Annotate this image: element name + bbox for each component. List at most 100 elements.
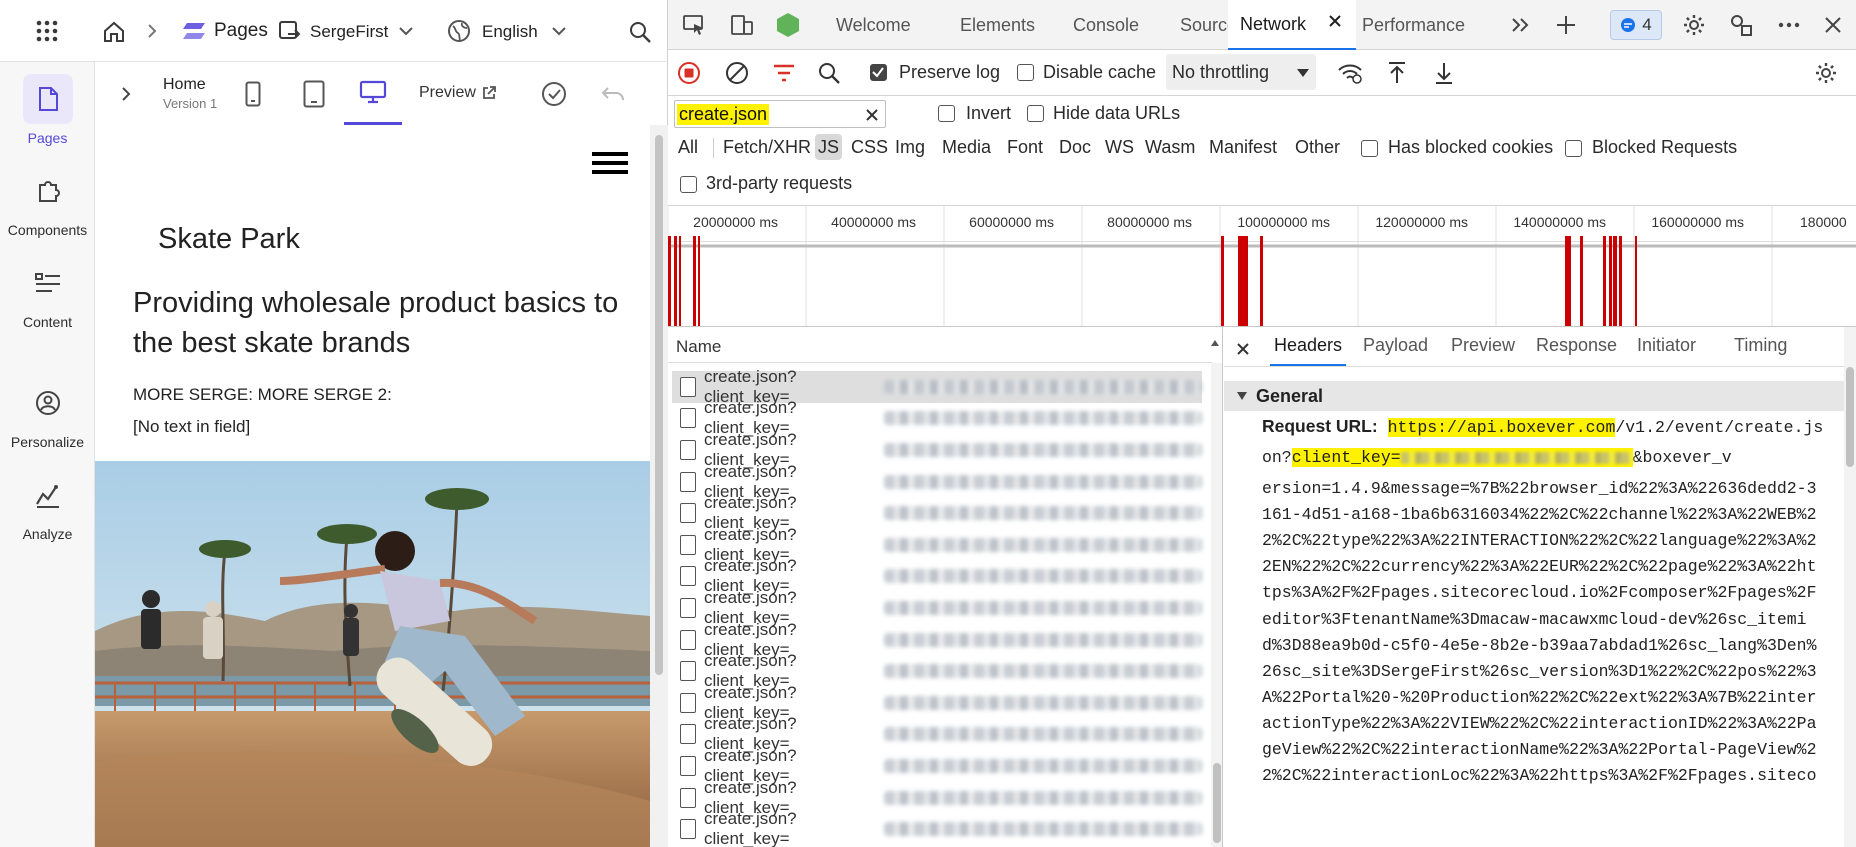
extension-hexagon-icon[interactable] bbox=[774, 12, 802, 38]
chevron-down-icon[interactable] bbox=[395, 22, 417, 40]
disable-cache-checkbox[interactable] bbox=[1017, 64, 1034, 81]
tab-console[interactable]: Console bbox=[1073, 0, 1153, 50]
more-tabs-icon[interactable] bbox=[1508, 14, 1534, 36]
column-header-name[interactable]: Name bbox=[676, 337, 721, 357]
rail-item-content[interactable]: Content bbox=[0, 258, 95, 330]
record-stop-icon[interactable] bbox=[676, 60, 702, 86]
detail-tab-headers[interactable]: Headers bbox=[1270, 335, 1347, 366]
type-filter-ws[interactable]: WS bbox=[1102, 134, 1137, 160]
third-party-checkbox[interactable] bbox=[680, 176, 697, 193]
throttling-select[interactable]: No throttling bbox=[1166, 54, 1316, 90]
section-general[interactable]: General bbox=[1224, 381, 1844, 411]
tab-performance[interactable]: Performance bbox=[1362, 0, 1492, 50]
tablet-device-icon[interactable] bbox=[300, 80, 328, 108]
has-blocked-cookies-checkbox[interactable] bbox=[1361, 140, 1378, 157]
chevron-down-icon[interactable] bbox=[548, 22, 570, 40]
more-options-icon[interactable] bbox=[1776, 14, 1802, 36]
hero-image[interactable] bbox=[95, 461, 650, 847]
type-filter-wasm[interactable]: Wasm bbox=[1142, 134, 1198, 160]
rail-item-analyze[interactable]: Analyze bbox=[0, 470, 95, 542]
external-link-icon[interactable] bbox=[480, 84, 498, 102]
redacted-value bbox=[884, 632, 1202, 647]
device-emulation-icon[interactable] bbox=[728, 12, 756, 38]
type-filter-js[interactable]: JS bbox=[815, 134, 843, 160]
home-icon[interactable] bbox=[100, 18, 128, 46]
network-conditions-icon[interactable] bbox=[1336, 60, 1364, 86]
type-filter-img[interactable]: Img bbox=[892, 134, 928, 160]
phone-device-icon[interactable] bbox=[241, 80, 265, 108]
clear-log-icon[interactable] bbox=[724, 60, 750, 86]
type-filter-fetch-xhr[interactable]: Fetch/XHR bbox=[720, 134, 814, 160]
hide-data-urls-label: Hide data URLs bbox=[1053, 103, 1181, 123]
site-selector[interactable]: SergeFirst bbox=[310, 22, 388, 42]
type-filter-other[interactable]: Other bbox=[1292, 134, 1343, 160]
rail-item-pages[interactable]: Pages bbox=[0, 74, 95, 146]
search-icon[interactable] bbox=[626, 18, 654, 46]
type-filter-font[interactable]: Font bbox=[1004, 134, 1046, 160]
hamburger-menu-icon[interactable] bbox=[592, 151, 628, 175]
document-icon bbox=[680, 439, 696, 460]
page-version: Version 1 bbox=[163, 96, 218, 111]
list-scrollbar[interactable] bbox=[1211, 363, 1222, 847]
canvas-scrollbar[interactable] bbox=[650, 125, 668, 847]
customize-icon[interactable] bbox=[1728, 12, 1754, 38]
desktop-device-button[interactable] bbox=[344, 62, 402, 125]
redacted-value bbox=[884, 379, 1202, 394]
blocked-requests-checkbox[interactable] bbox=[1565, 140, 1582, 157]
clear-filter-icon[interactable] bbox=[865, 108, 879, 122]
close-tab-icon[interactable] bbox=[1328, 14, 1348, 34]
import-har-icon[interactable] bbox=[1384, 60, 1410, 86]
detail-scrollbar-thumb[interactable] bbox=[1846, 367, 1854, 467]
type-filter-css[interactable]: CSS bbox=[848, 134, 891, 160]
gear-icon[interactable] bbox=[1681, 12, 1707, 38]
check-circle-icon[interactable] bbox=[540, 80, 568, 108]
type-filter-media[interactable]: Media bbox=[939, 134, 994, 160]
rail-item-personalize[interactable]: Personalize bbox=[0, 378, 95, 450]
rail-label: Components bbox=[7, 222, 88, 238]
redacted-value bbox=[884, 695, 1202, 710]
search-icon[interactable] bbox=[816, 60, 842, 86]
redacted-value bbox=[884, 474, 1202, 489]
filter-input[interactable]: create.json bbox=[674, 100, 886, 128]
editor-toolbar: Home Version 1 Preview bbox=[95, 62, 668, 125]
chevron-right-icon[interactable] bbox=[119, 84, 133, 104]
redacted-value bbox=[1400, 451, 1633, 464]
inspect-element-icon[interactable] bbox=[680, 12, 708, 38]
issues-badge[interactable]: 4 bbox=[1610, 10, 1662, 40]
empty-text-field[interactable]: [No text in field] bbox=[133, 417, 250, 437]
scrollbar-thumb[interactable] bbox=[655, 135, 663, 675]
preserve-log-checkbox[interactable] bbox=[870, 64, 887, 81]
type-filter-all[interactable]: All bbox=[675, 134, 701, 160]
detail-tab-timing[interactable]: Timing bbox=[1734, 335, 1787, 356]
add-panel-icon[interactable] bbox=[1553, 12, 1579, 38]
tab-welcome[interactable]: Welcome bbox=[836, 0, 936, 50]
type-filter-manifest[interactable]: Manifest bbox=[1206, 134, 1280, 160]
detail-scrollbar[interactable] bbox=[1844, 327, 1856, 847]
type-filter-doc[interactable]: Doc bbox=[1056, 134, 1094, 160]
detail-tab-preview[interactable]: Preview bbox=[1451, 335, 1515, 356]
more-text[interactable]: MORE SERGE: MORE SERGE 2: bbox=[133, 385, 392, 405]
headline[interactable]: Providing wholesale product basics to th… bbox=[133, 283, 633, 363]
filter-icon[interactable] bbox=[771, 60, 797, 86]
close-devtools-icon[interactable] bbox=[1820, 12, 1846, 38]
preview-button[interactable]: Preview bbox=[419, 84, 476, 102]
detail-tab-initiator[interactable]: Initiator bbox=[1637, 335, 1696, 356]
tab-elements[interactable]: Elements bbox=[960, 0, 1060, 50]
undo-icon[interactable] bbox=[600, 82, 626, 106]
site-title[interactable]: Skate Park bbox=[158, 223, 300, 256]
tab-network[interactable]: Network bbox=[1228, 0, 1356, 50]
request-row[interactable]: create.json?client_key= bbox=[672, 809, 1202, 847]
invert-checkbox[interactable] bbox=[938, 105, 955, 122]
network-settings-gear-icon[interactable] bbox=[1812, 60, 1840, 86]
language-selector[interactable]: English bbox=[482, 22, 538, 42]
hide-data-urls-checkbox[interactable] bbox=[1027, 105, 1044, 122]
detail-tab-response[interactable]: Response bbox=[1536, 335, 1617, 356]
list-scrollbar-thumb[interactable] bbox=[1213, 763, 1221, 843]
close-detail-icon[interactable] bbox=[1236, 342, 1250, 356]
request-url[interactable]: Request URL: https://api.boxever.com/v1.… bbox=[1224, 411, 1844, 847]
export-har-icon[interactable] bbox=[1431, 60, 1457, 86]
detail-tab-payload[interactable]: Payload bbox=[1363, 335, 1428, 356]
rail-item-components[interactable]: Components bbox=[0, 166, 95, 238]
breadcrumb-pages[interactable]: Pages bbox=[214, 20, 268, 42]
app-launcher-icon[interactable] bbox=[32, 16, 62, 46]
